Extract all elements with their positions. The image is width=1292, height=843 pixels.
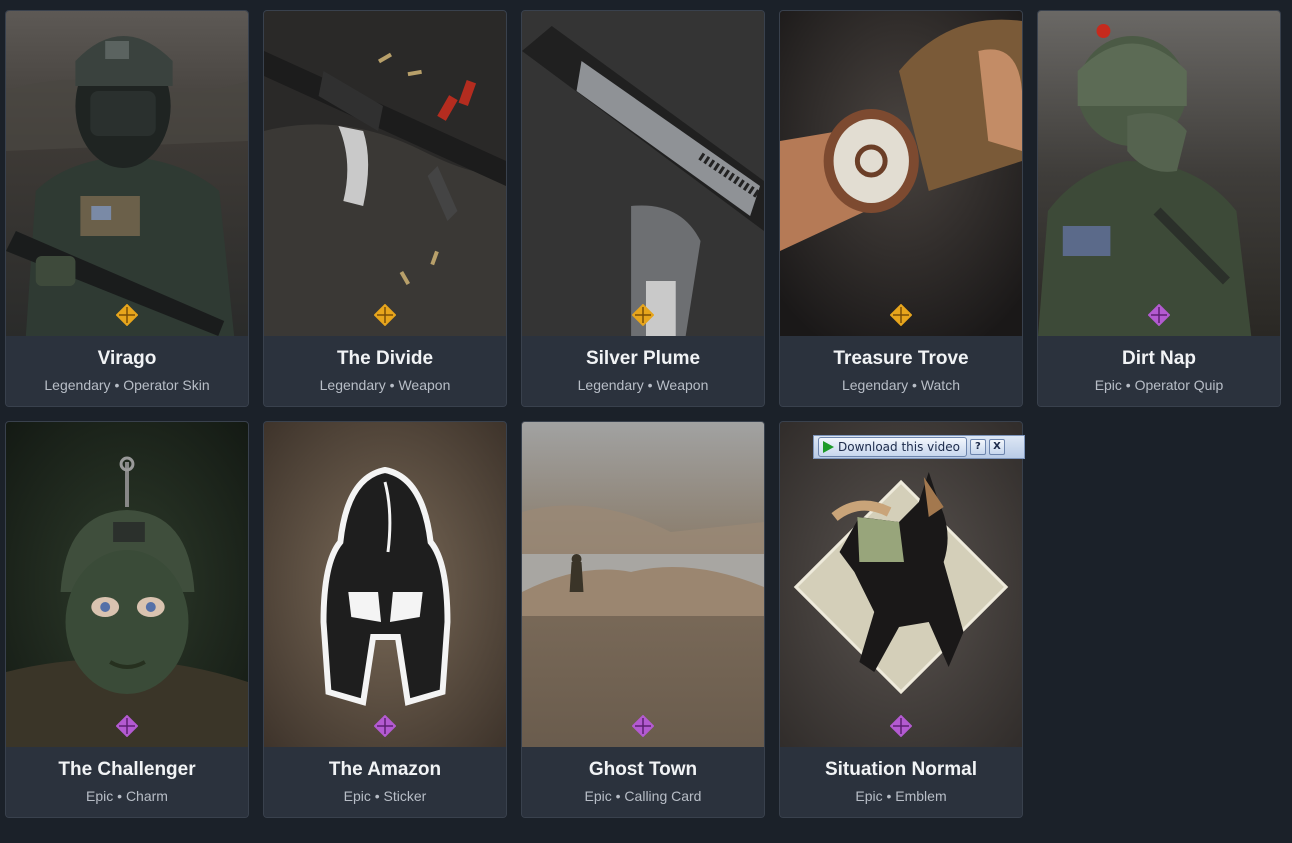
item-title: Virago [97,348,157,369]
item-image-the-divide [264,11,506,336]
item-image-ghost-town [522,422,764,747]
legendary-rarity-icon [890,304,912,326]
bundle-items-grid: Virago Legendary • Operator Skin The Div [0,0,1292,843]
item-subtitle: Epic • Sticker [343,788,427,804]
legendary-rarity-icon [374,304,396,326]
item-title: Dirt Nap [1122,348,1196,369]
help-icon[interactable]: ? [969,439,986,455]
item-subtitle: Legendary • Operator Skin [44,377,210,393]
item-subtitle: Legendary • Weapon [577,377,709,393]
item-image-dirt-nap [1038,11,1280,336]
item-card-the-divide[interactable]: The Divide Legendary • Weapon [263,10,507,407]
epic-rarity-icon [116,715,138,737]
item-title: The Challenger [58,759,196,780]
epic-rarity-icon [890,715,912,737]
item-title: Ghost Town [588,759,698,780]
item-subtitle: Legendary • Watch [841,377,960,393]
item-card-situation-normal[interactable]: Situation Normal Epic • Emblem [779,421,1023,818]
item-subtitle: Epic • Charm [86,788,168,804]
item-title: The Divide [336,348,434,369]
item-image-silver-plume [522,11,764,336]
item-card-ghost-town[interactable]: Ghost Town Epic • Calling Card [521,421,765,818]
item-card-dirt-nap[interactable]: Dirt Nap Epic • Operator Quip [1037,10,1281,407]
play-icon [823,441,834,453]
download-video-button[interactable]: Download this video [818,437,967,457]
item-subtitle: Epic • Calling Card [584,788,702,804]
item-card-the-challenger[interactable]: The Challenger Epic • Charm [5,421,249,818]
item-image-the-amazon [264,422,506,747]
item-card-virago[interactable]: Virago Legendary • Operator Skin [5,10,249,407]
item-card-the-amazon[interactable]: The Amazon Epic • Sticker [263,421,507,818]
item-title: Situation Normal [824,759,977,780]
epic-rarity-icon [374,715,396,737]
item-card-treasure-trove[interactable]: Treasure Trove Legendary • Watch [779,10,1023,407]
epic-rarity-icon [632,715,654,737]
item-card-silver-plume[interactable]: Silver Plume Legendary • Weapon [521,10,765,407]
item-subtitle: Epic • Emblem [855,788,947,804]
item-subtitle: Epic • Operator Quip [1094,377,1224,393]
item-title: Treasure Trove [833,348,969,369]
item-image-the-challenger [6,422,248,747]
download-video-label: Download this video [838,440,960,454]
close-icon[interactable]: X [988,439,1005,455]
item-title: The Amazon [328,759,442,780]
legendary-rarity-icon [116,304,138,326]
legendary-rarity-icon [632,304,654,326]
item-title: Silver Plume [585,348,701,369]
item-image-virago [6,11,248,336]
item-subtitle: Legendary • Weapon [319,377,451,393]
item-image-situation-normal [780,422,1022,747]
download-video-bar: Download this video ? X [813,435,1025,459]
item-image-treasure-trove [780,11,1022,336]
epic-rarity-icon [1148,304,1170,326]
